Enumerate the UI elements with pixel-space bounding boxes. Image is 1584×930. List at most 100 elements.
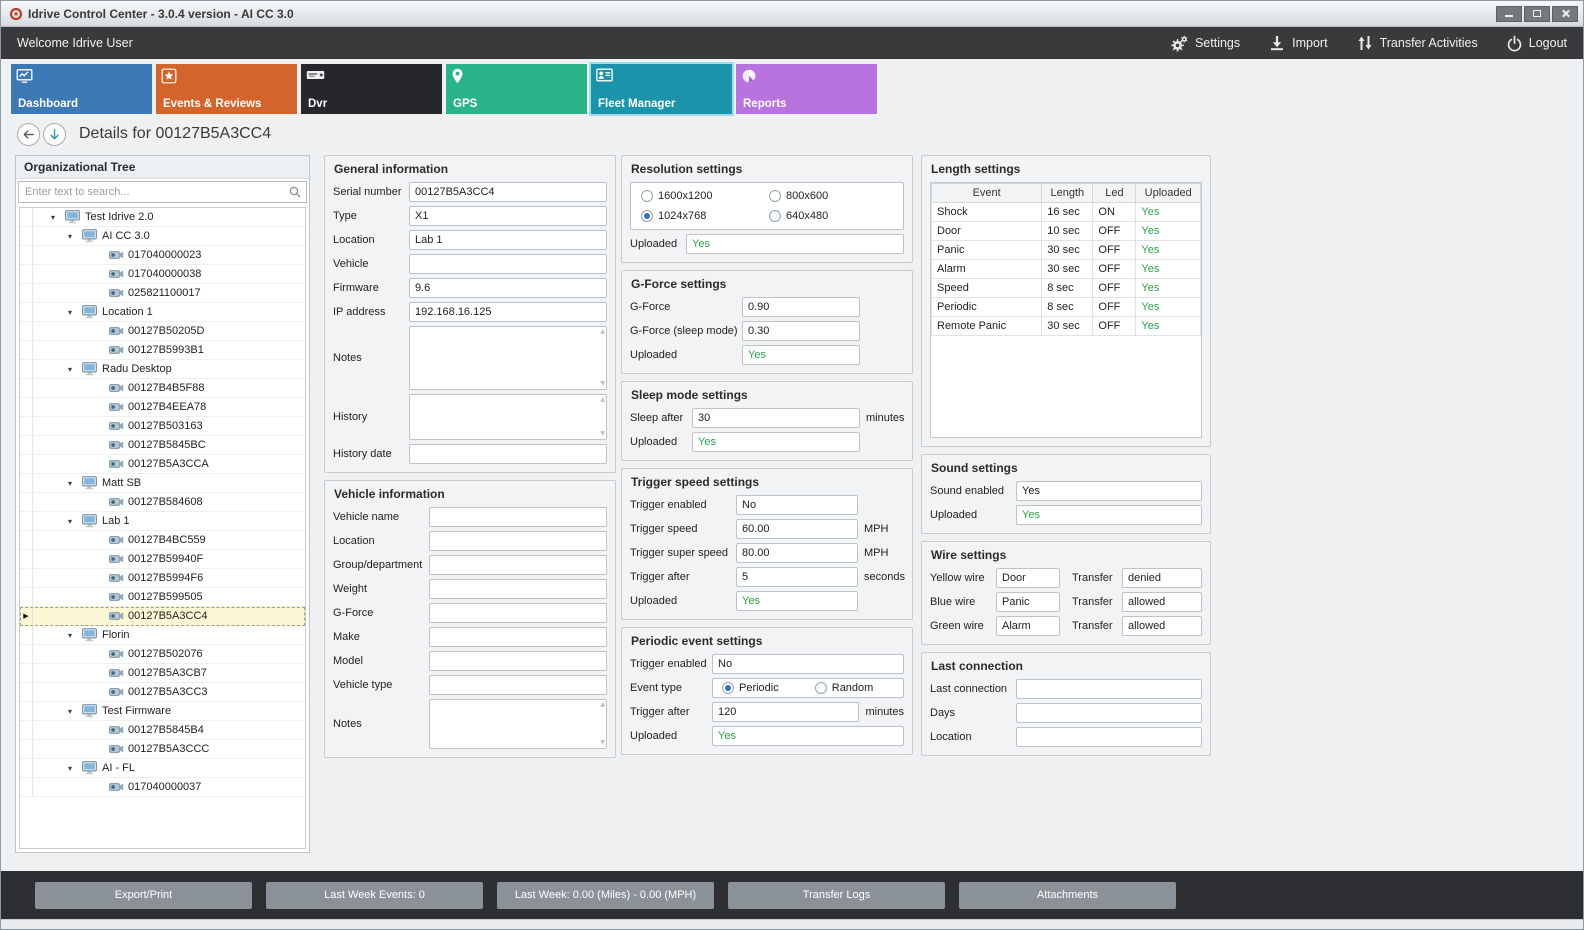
expand-arrow-icon[interactable]: ▾ bbox=[68, 479, 82, 488]
table-row[interactable]: Periodic8 secOFFYes bbox=[932, 298, 1201, 317]
yellow-wire-input[interactable] bbox=[996, 568, 1060, 588]
table-row[interactable]: Door10 secOFFYes bbox=[932, 222, 1201, 241]
ip-address-input[interactable] bbox=[409, 302, 607, 322]
sleep-after-input[interactable] bbox=[692, 408, 860, 428]
history-date-input[interactable] bbox=[409, 444, 607, 464]
back-button[interactable] bbox=[17, 123, 40, 146]
weight-input[interactable] bbox=[429, 579, 607, 599]
tree-device-row[interactable]: 00127B599505 bbox=[20, 588, 305, 607]
tree-device-row[interactable]: 00127B5993B1 bbox=[20, 341, 305, 360]
table-row[interactable]: Shock16 secONYes bbox=[932, 203, 1201, 222]
tab-gps[interactable]: GPS bbox=[446, 64, 587, 114]
tab-dvr[interactable]: Dvr bbox=[301, 64, 442, 114]
tree-group-row[interactable]: ▾Test Firmware bbox=[20, 702, 305, 721]
radio-option-800x600[interactable]: 800x600 bbox=[769, 190, 893, 202]
tab-dashboard[interactable]: Dashboard bbox=[11, 64, 152, 114]
expand-arrow-icon[interactable]: ▾ bbox=[68, 365, 82, 374]
tree-device-row[interactable]: 00127B4BC559 bbox=[20, 531, 305, 550]
tab-events-reviews[interactable]: Events & Reviews bbox=[156, 64, 297, 114]
tree-device-row[interactable]: 00127B5845B4 bbox=[20, 721, 305, 740]
trigger-after-input[interactable] bbox=[712, 702, 859, 722]
expand-arrow-icon[interactable]: ▾ bbox=[68, 631, 82, 640]
trigger-super-speed-input[interactable] bbox=[736, 543, 858, 563]
tree-device-row[interactable]: ▶00127B5A3CC4 bbox=[20, 607, 305, 626]
down-arrow-button[interactable] bbox=[43, 123, 66, 146]
vehicle-name-input[interactable] bbox=[429, 507, 607, 527]
trigger-speed-input[interactable] bbox=[736, 519, 858, 539]
maximize-button[interactable] bbox=[1524, 6, 1550, 22]
last-week-0-00-miles-0-00-mph-button[interactable]: Last Week: 0.00 (Miles) - 0.00 (MPH) bbox=[497, 882, 714, 909]
firmware-input[interactable] bbox=[409, 278, 607, 298]
tree-device-row[interactable]: 00127B503163 bbox=[20, 417, 305, 436]
tree-device-row[interactable]: 00127B5A3CCC bbox=[20, 740, 305, 759]
logout-action[interactable]: Logout bbox=[1506, 35, 1567, 52]
tree-device-row[interactable]: 017040000023 bbox=[20, 246, 305, 265]
blue-wire-transfer-input[interactable] bbox=[1122, 592, 1202, 612]
sound-enabled-input[interactable] bbox=[1016, 481, 1202, 501]
tree-device-row[interactable]: 00127B50205D bbox=[20, 322, 305, 341]
group-department-input[interactable] bbox=[429, 555, 607, 575]
notes-textarea[interactable] bbox=[409, 326, 607, 390]
tree-group-row[interactable]: ▾Radu Desktop bbox=[20, 360, 305, 379]
g-force-input[interactable] bbox=[429, 603, 607, 623]
expand-arrow-icon[interactable]: ▾ bbox=[68, 517, 82, 526]
settings-action[interactable]: Settings bbox=[1169, 34, 1240, 52]
expand-arrow-icon[interactable]: ▾ bbox=[68, 232, 82, 241]
tree-device-row[interactable]: 00127B502076 bbox=[20, 645, 305, 664]
tree-device-row[interactable]: 00127B5A3CC3 bbox=[20, 683, 305, 702]
trigger-enabled-input[interactable] bbox=[712, 654, 904, 674]
yellow-wire-transfer-input[interactable] bbox=[1122, 568, 1202, 588]
close-button[interactable] bbox=[1552, 6, 1578, 22]
last-week-events-0-button[interactable]: Last Week Events: 0 bbox=[266, 882, 483, 909]
tree-group-row[interactable]: ▾Florin bbox=[20, 626, 305, 645]
tree-device-row[interactable]: 00127B4B5F88 bbox=[20, 379, 305, 398]
tree-device-row[interactable]: 00127B5A3CCA bbox=[20, 455, 305, 474]
minimize-button[interactable] bbox=[1496, 6, 1522, 22]
expand-arrow-icon[interactable]: ▾ bbox=[68, 764, 82, 773]
g-force-sleep-mode-input[interactable] bbox=[742, 321, 860, 341]
tree-device-row[interactable]: 025821100017 bbox=[20, 284, 305, 303]
table-row[interactable]: Speed8 secOFFYes bbox=[932, 279, 1201, 298]
table-row[interactable]: Remote Panic30 secOFFYes bbox=[932, 317, 1201, 336]
trigger-enabled-input[interactable] bbox=[736, 495, 858, 515]
radio-option-random[interactable]: Random bbox=[815, 682, 874, 694]
vehicle-type-input[interactable] bbox=[429, 675, 607, 695]
tree-group-row[interactable]: ▾Matt SB bbox=[20, 474, 305, 493]
tree-device-row[interactable]: 00127B5845BC bbox=[20, 436, 305, 455]
trigger-after-input[interactable] bbox=[736, 567, 858, 587]
tree-device-row[interactable]: 00127B5A3CB7 bbox=[20, 664, 305, 683]
location-input[interactable] bbox=[409, 230, 607, 250]
expand-arrow-icon[interactable]: ▾ bbox=[68, 308, 82, 317]
import-action[interactable]: Import bbox=[1268, 34, 1327, 52]
type-input[interactable] bbox=[409, 206, 607, 226]
green-wire-input[interactable] bbox=[996, 616, 1060, 636]
g-force-input[interactable] bbox=[742, 297, 860, 317]
tree-group-row[interactable]: ▾Test Idrive 2.0 bbox=[20, 208, 305, 227]
green-wire-transfer-input[interactable] bbox=[1122, 616, 1202, 636]
tab-reports[interactable]: Reports bbox=[736, 64, 877, 114]
tree-device-row[interactable]: 017040000037 bbox=[20, 778, 305, 797]
export-print-button[interactable]: Export/Print bbox=[35, 882, 252, 909]
tree-device-row[interactable]: 00127B5994F6 bbox=[20, 569, 305, 588]
notes-textarea[interactable] bbox=[429, 699, 607, 749]
transfer-logs-button[interactable]: Transfer Logs bbox=[728, 882, 945, 909]
tree-device-row[interactable]: 00127B4EEA78 bbox=[20, 398, 305, 417]
table-row[interactable]: Alarm30 secOFFYes bbox=[932, 260, 1201, 279]
tree-device-row[interactable]: 017040000038 bbox=[20, 265, 305, 284]
radio-option-640x480[interactable]: 640x480 bbox=[769, 210, 893, 222]
expand-arrow-icon[interactable]: ▾ bbox=[68, 707, 82, 716]
vehicle-input[interactable] bbox=[409, 254, 607, 274]
tree-group-row[interactable]: ▾AI - FL bbox=[20, 759, 305, 778]
tree-group-row[interactable]: ▾Lab 1 bbox=[20, 512, 305, 531]
blue-wire-input[interactable] bbox=[996, 592, 1060, 612]
tab-fleet-manager[interactable]: Fleet Manager bbox=[591, 64, 732, 114]
tree-device-row[interactable]: 00127B59940F bbox=[20, 550, 305, 569]
transfer-activities-action[interactable]: Transfer Activities bbox=[1356, 34, 1478, 52]
location-input[interactable] bbox=[429, 531, 607, 551]
attachments-button[interactable]: Attachments bbox=[959, 882, 1176, 909]
radio-option-1600x1200[interactable]: 1600x1200 bbox=[641, 190, 765, 202]
make-input[interactable] bbox=[429, 627, 607, 647]
location-input[interactable] bbox=[1016, 727, 1202, 747]
history-textarea[interactable] bbox=[409, 394, 607, 440]
tree-group-row[interactable]: ▾Location 1 bbox=[20, 303, 305, 322]
